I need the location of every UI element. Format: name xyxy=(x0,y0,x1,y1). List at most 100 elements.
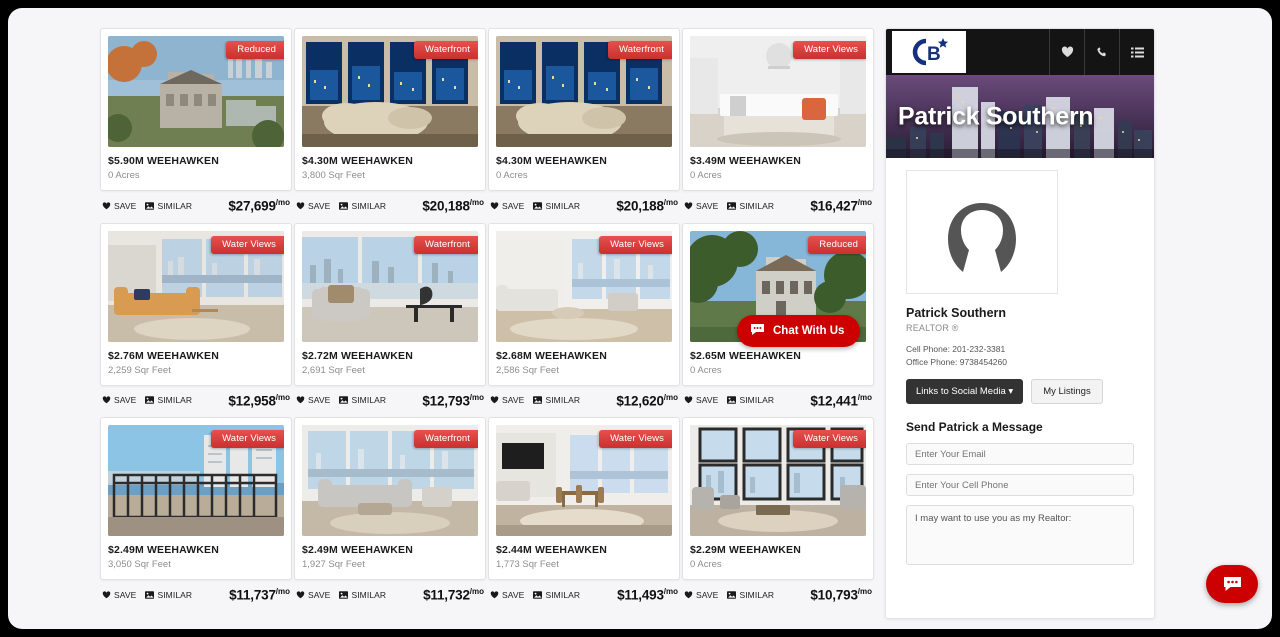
per-month-suffix: /mo xyxy=(275,587,290,596)
similar-button[interactable]: SIMILAR xyxy=(145,590,192,600)
listing-price-title: $2.49M WEEHAWKEN xyxy=(302,544,413,556)
monthly-amount: $12,793 xyxy=(422,393,470,408)
listing-actions: SAVE SIMILAR $12,441/mo xyxy=(682,386,874,408)
listing-actions: SAVE SIMILAR $11,737/mo xyxy=(100,580,292,603)
save-button[interactable]: SAVE xyxy=(490,201,524,211)
agent-banner: Patrick Southern xyxy=(886,75,1154,158)
listing-price-title: $4.30M WEEHAWKEN xyxy=(302,155,413,167)
listing-price-title: $2.44M WEEHAWKEN xyxy=(496,544,607,556)
similar-label: SIMILAR xyxy=(351,589,387,600)
listing-photo[interactable]: Water Views xyxy=(690,425,866,536)
heart-icon xyxy=(296,396,305,404)
listing-photo[interactable]: Water Views xyxy=(108,230,284,342)
chat-fab[interactable] xyxy=(1206,565,1258,603)
similar-button[interactable]: SIMILAR xyxy=(145,395,192,405)
chat-with-us-widget[interactable]: Chat With Us xyxy=(737,315,861,347)
listing-photo[interactable]: Waterfront xyxy=(302,36,478,147)
save-button[interactable]: SAVE xyxy=(684,201,718,211)
save-button[interactable]: SAVE xyxy=(490,590,524,600)
listing-card[interactable]: Reduced $5.90M WEEHAWKEN 0 Acres xyxy=(100,28,292,191)
listing-card[interactable]: Waterfront $2.72M WEEHAWKEN 2,691 Sqr Fe… xyxy=(294,222,486,386)
listing-actions: SAVE SIMILAR $11,732/mo xyxy=(294,580,486,603)
listing-card[interactable]: Water Views $2.29M WEEHAWKEN 0 Acres xyxy=(682,417,874,580)
listing-cell: Waterfront $2.72M WEEHAWKEN 2,691 Sqr Fe… xyxy=(294,222,486,409)
listing-badge: Water Views xyxy=(599,235,672,254)
save-button[interactable]: SAVE xyxy=(296,395,330,405)
monthly-price: $11,737/mo xyxy=(229,587,290,603)
save-label: SAVE xyxy=(696,589,719,600)
cell-phone-field[interactable] xyxy=(906,474,1134,497)
monthly-price: $12,793/mo xyxy=(422,393,484,409)
save-button[interactable]: SAVE xyxy=(102,201,136,211)
listing-card[interactable]: Water Views $2.76M WEEHAWKEN 2,259 Sqr F… xyxy=(100,222,292,386)
similar-label: SIMILAR xyxy=(351,200,387,211)
heart-icon[interactable] xyxy=(1049,29,1084,75)
listing-card[interactable]: Waterfront $2.49M WEEHAWKEN 1,927 Sqr Fe… xyxy=(294,417,486,580)
similar-button[interactable]: SIMILAR xyxy=(339,201,386,211)
listing-badge: Waterfront xyxy=(414,235,478,254)
similar-button[interactable]: SIMILAR xyxy=(533,395,580,405)
listing-card[interactable]: Reduced $2.65M WEEHAWKEN 0 Acres xyxy=(682,222,874,386)
save-label: SAVE xyxy=(502,589,525,600)
phone-icon[interactable] xyxy=(1084,29,1119,75)
listing-badge: Water Views xyxy=(599,430,672,448)
save-label: SAVE xyxy=(502,200,525,211)
listing-card[interactable]: Water Views $2.49M WEEHAWKEN 3,050 Sqr F… xyxy=(100,417,292,580)
social-media-dropdown[interactable]: Links to Social Media ▾ xyxy=(906,379,1024,405)
listing-card[interactable]: Water Views $2.44M WEEHAWKEN 1,773 Sqr F… xyxy=(488,417,680,580)
listing-photo[interactable]: Water Views xyxy=(690,36,866,147)
listing-card[interactable]: Water Views $2.68M WEEHAWKEN 2,586 Sqr F… xyxy=(488,222,680,386)
save-button[interactable]: SAVE xyxy=(296,201,330,211)
similar-button[interactable]: SIMILAR xyxy=(727,201,774,211)
similar-button[interactable]: SIMILAR xyxy=(727,590,774,600)
coldwell-banker-logo[interactable]: B xyxy=(892,31,966,73)
listing-actions: SAVE SIMILAR $16,427/mo xyxy=(682,191,874,214)
listing-photo[interactable]: Waterfront xyxy=(496,36,672,147)
listing-card[interactable]: Waterfront $4.30M WEEHAWKEN 0 Acres xyxy=(488,28,680,191)
heart-icon xyxy=(296,202,305,210)
listing-photo[interactable]: Water Views xyxy=(496,230,672,342)
save-button[interactable]: SAVE xyxy=(684,395,718,405)
image-icon xyxy=(339,396,349,404)
listing-price-title: $2.65M WEEHAWKEN xyxy=(690,349,801,362)
similar-button[interactable]: SIMILAR xyxy=(339,395,386,405)
chat-bubble-icon xyxy=(750,323,765,339)
listing-badge: Waterfront xyxy=(414,430,478,448)
heart-icon xyxy=(684,396,693,404)
save-button[interactable]: SAVE xyxy=(490,395,524,405)
similar-button[interactable]: SIMILAR xyxy=(533,590,580,600)
list-icon[interactable] xyxy=(1119,29,1154,75)
save-button[interactable]: SAVE xyxy=(102,395,136,405)
listing-photo[interactable]: Waterfront xyxy=(302,425,478,536)
email-field[interactable] xyxy=(906,443,1134,466)
similar-button[interactable]: SIMILAR xyxy=(533,201,580,211)
message-textarea[interactable] xyxy=(906,505,1134,566)
monthly-price: $12,958/mo xyxy=(228,393,290,409)
save-button[interactable]: SAVE xyxy=(684,590,718,600)
heart-icon xyxy=(684,591,693,599)
save-button[interactable]: SAVE xyxy=(296,590,330,600)
similar-button[interactable]: SIMILAR xyxy=(727,395,774,405)
similar-label: SIMILAR xyxy=(545,395,581,406)
listing-price-title: $3.49M WEEHAWKEN xyxy=(690,155,801,167)
image-icon xyxy=(533,591,543,599)
similar-button[interactable]: SIMILAR xyxy=(339,590,386,600)
save-label: SAVE xyxy=(114,395,137,406)
per-month-suffix: /mo xyxy=(469,392,484,402)
listing-photo[interactable]: Water Views xyxy=(496,425,672,536)
listing-card[interactable]: Waterfront $4.30M WEEHAWKEN 3,800 Sqr Fe… xyxy=(294,28,486,191)
save-button[interactable]: SAVE xyxy=(102,590,136,600)
listing-photo[interactable]: Waterfront xyxy=(302,230,478,342)
listing-photo[interactable]: Reduced xyxy=(108,36,284,147)
listing-cell: Water Views $2.76M WEEHAWKEN 2,259 Sqr F… xyxy=(100,222,292,409)
save-label: SAVE xyxy=(696,395,719,406)
image-icon xyxy=(145,396,155,404)
monthly-price: $20,188/mo xyxy=(616,198,678,214)
similar-label: SIMILAR xyxy=(545,589,581,600)
image-icon xyxy=(727,591,737,599)
listing-photo[interactable]: Water Views xyxy=(108,425,284,536)
listing-card[interactable]: Water Views $3.49M WEEHAWKEN 0 Acres xyxy=(682,28,874,191)
listing-detail: 2,691 Sqr Feet xyxy=(302,364,365,376)
similar-button[interactable]: SIMILAR xyxy=(145,201,192,211)
my-listings-button[interactable]: My Listings xyxy=(1031,379,1103,405)
